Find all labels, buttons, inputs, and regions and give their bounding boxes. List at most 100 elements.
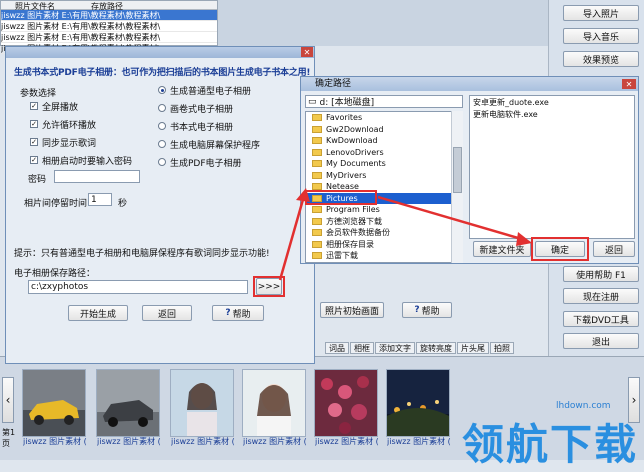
radio-label: 画卷式电子相册 [170,105,234,115]
radio-label: 书本式电子相册 [170,123,234,133]
checkbox-label: 相册启动时要输入密码 [42,157,133,167]
tab-item[interactable]: 旋转亮度 [416,342,456,354]
car-photo-icon [23,370,85,436]
page-label: 第1页 [2,428,16,448]
start-generate-button[interactable]: 开始生成 [68,305,128,321]
file-item[interactable]: 安卓更新_duote.exe [470,96,634,110]
scrollbar-thumb[interactable] [453,147,462,193]
checkbox-label: 同步显示歌词 [42,139,97,149]
stay-time-input[interactable]: 1 [88,193,112,206]
thumbnail[interactable]: jiswzz 图片素材 (2).jpg [96,369,161,446]
tab-item[interactable]: 相框 [350,342,374,354]
close-icon[interactable]: ✕ [622,79,636,89]
tab-item[interactable]: 词品 [325,342,349,354]
folder-item[interactable]: KwDownload [306,135,462,147]
exit-button[interactable]: 退出 [563,333,639,349]
col-filename: 照片文件名 [15,2,55,11]
back-button[interactable]: 返回 [142,305,192,321]
folder-scrollbar[interactable] [451,111,463,263]
params-group-label: 参数选择 [20,89,57,99]
edit-tabs: 词品 相框 添加文字 旋转亮度 片头尾 拍照 [325,342,515,354]
folder-icon [312,206,322,214]
folder-icon [312,217,322,225]
folder-item[interactable]: 相册保存目录 [306,239,462,251]
folder-item[interactable]: 方德浏览器下载 [306,216,462,228]
thumbnail-caption: jiswzz 图片素材 (2).jpg [97,437,161,446]
table-row[interactable]: jiswzz 图片素材 E:\有用\教程素材\教程素材\ [1,10,217,21]
bg-help-button[interactable]: ? 帮助 [402,302,452,318]
thumbnail-caption: jiswzz 图片素材 (3).jpg [171,437,235,446]
save-path-label: 电子相册保存路径： [14,269,96,279]
radio-label: 生成电脑屏幕保护程序 [170,141,261,151]
hint-text: 提示：只有普通型电子相册和电脑屏保程序有歌词同步显示功能! [14,249,270,259]
folder-item[interactable]: Gw2Download [306,124,462,136]
dialog-titlebar [6,47,314,58]
table-row[interactable]: jiswzz 图片素材 E:\有用\教程素材\教程素材\ [1,32,217,43]
watermark-site: lhdown.com [556,401,611,411]
tab-item[interactable]: 添加文字 [375,342,415,354]
file-item[interactable]: 更新电脑软件.exe [470,110,634,120]
folder-icon [312,137,322,145]
thumbnail[interactable]: jiswzz 图片素材 (5).jpg [314,369,379,446]
radio-scroll-album[interactable] [158,104,166,112]
drive-icon: ▭ [308,96,317,107]
checkbox-label: 全屏播放 [42,103,79,113]
close-icon[interactable]: ✕ [301,47,313,57]
back-button[interactable]: 返回 [593,241,635,257]
thumbnail-caption: jiswzz 图片素材 (4).jpg [243,437,307,446]
thumbnail-caption: jiswzz 图片素材 (6).jpg [387,437,451,446]
fullscreen-checkbox[interactable]: ✓ [30,102,38,110]
highlight-box [253,276,285,297]
folder-icon [312,171,322,179]
folder-item[interactable]: LenovoDrivers [306,147,462,159]
register-button[interactable]: 现在注册 [563,288,639,304]
radio-label: 生成PDF电子相册 [170,159,242,169]
lyrics-checkbox[interactable]: ✓ [30,138,38,146]
folder-item[interactable]: Program Files [306,204,462,216]
radio-normal-album[interactable] [158,86,166,94]
watermark-logo-text: 领航下载 [462,420,639,469]
init-screen-button[interactable]: 照片初始画面 [320,302,384,318]
tab-item[interactable]: 片头尾 [457,342,489,354]
background-area [218,0,558,46]
drive-select[interactable]: ▭ d: [本地磁盘] [305,95,463,108]
folder-icon [312,160,322,168]
folder-icon [312,229,322,237]
preview-button[interactable]: 效果预览 [563,51,639,67]
prev-page-arrow[interactable]: ‹ [2,377,14,423]
folder-item[interactable]: 迅雷下载 [306,250,462,262]
stay-time-label: 相片间停留时间 [24,199,88,209]
password-checkbox[interactable]: ✓ [30,156,38,164]
photo-file-table: 照片文件名 存放路径 jiswzz 图片素材 E:\有用\教程素材\教程素材\ … [0,0,218,54]
folder-icon [312,240,322,248]
radio-pdf-album[interactable] [158,158,166,166]
download-dvd-button[interactable]: 下载DVD工具 [563,311,639,327]
radio-book-album[interactable] [158,122,166,130]
folder-item[interactable]: 会员软件数据备份 [306,227,462,239]
thumbnail[interactable]: jiswzz 图片素材 (3).jpg [170,369,235,446]
radio-screensaver[interactable] [158,140,166,148]
table-header: 照片文件名 存放路径 [1,1,217,11]
folder-item[interactable]: Favorites [306,112,462,124]
import-photo-button[interactable]: 导入照片 [563,5,639,21]
question-icon: ? [414,305,420,315]
thumbnail[interactable]: jiswzz 图片素材 (6).jpg [386,369,451,446]
help-f1-button[interactable]: 使用帮助 F1 [563,266,639,282]
generate-album-dialog: ✕ 生成书本式PDF电子相册：也可作为把扫描后的书本图片生成电子书本之用! 参数… [5,46,315,364]
tab-item[interactable]: 拍照 [490,342,514,354]
password-input[interactable] [54,170,140,183]
thumbnail[interactable]: jiswzz 图片素材 (1).jpg [22,369,87,446]
folder-item[interactable]: MyDrivers [306,170,462,182]
radio-label: 生成普通型电子相册 [170,87,252,97]
import-music-button[interactable]: 导入音乐 [563,28,639,44]
col-path: 存放路径 [91,2,123,11]
portrait-photo-icon [243,370,305,436]
help-button[interactable]: ? 帮助 [212,305,264,321]
save-path-input[interactable]: c:\zxyphotos [28,280,248,294]
folder-item[interactable]: My Documents [306,158,462,170]
folder-icon [312,148,322,156]
new-folder-button[interactable]: 新建文件夹 [473,241,531,257]
loop-checkbox[interactable]: ✓ [30,120,38,128]
table-row[interactable]: jiswzz 图片素材 E:\有用\教程素材\教程素材\ [1,21,217,32]
thumbnail[interactable]: jiswzz 图片素材 (4).jpg [242,369,307,446]
